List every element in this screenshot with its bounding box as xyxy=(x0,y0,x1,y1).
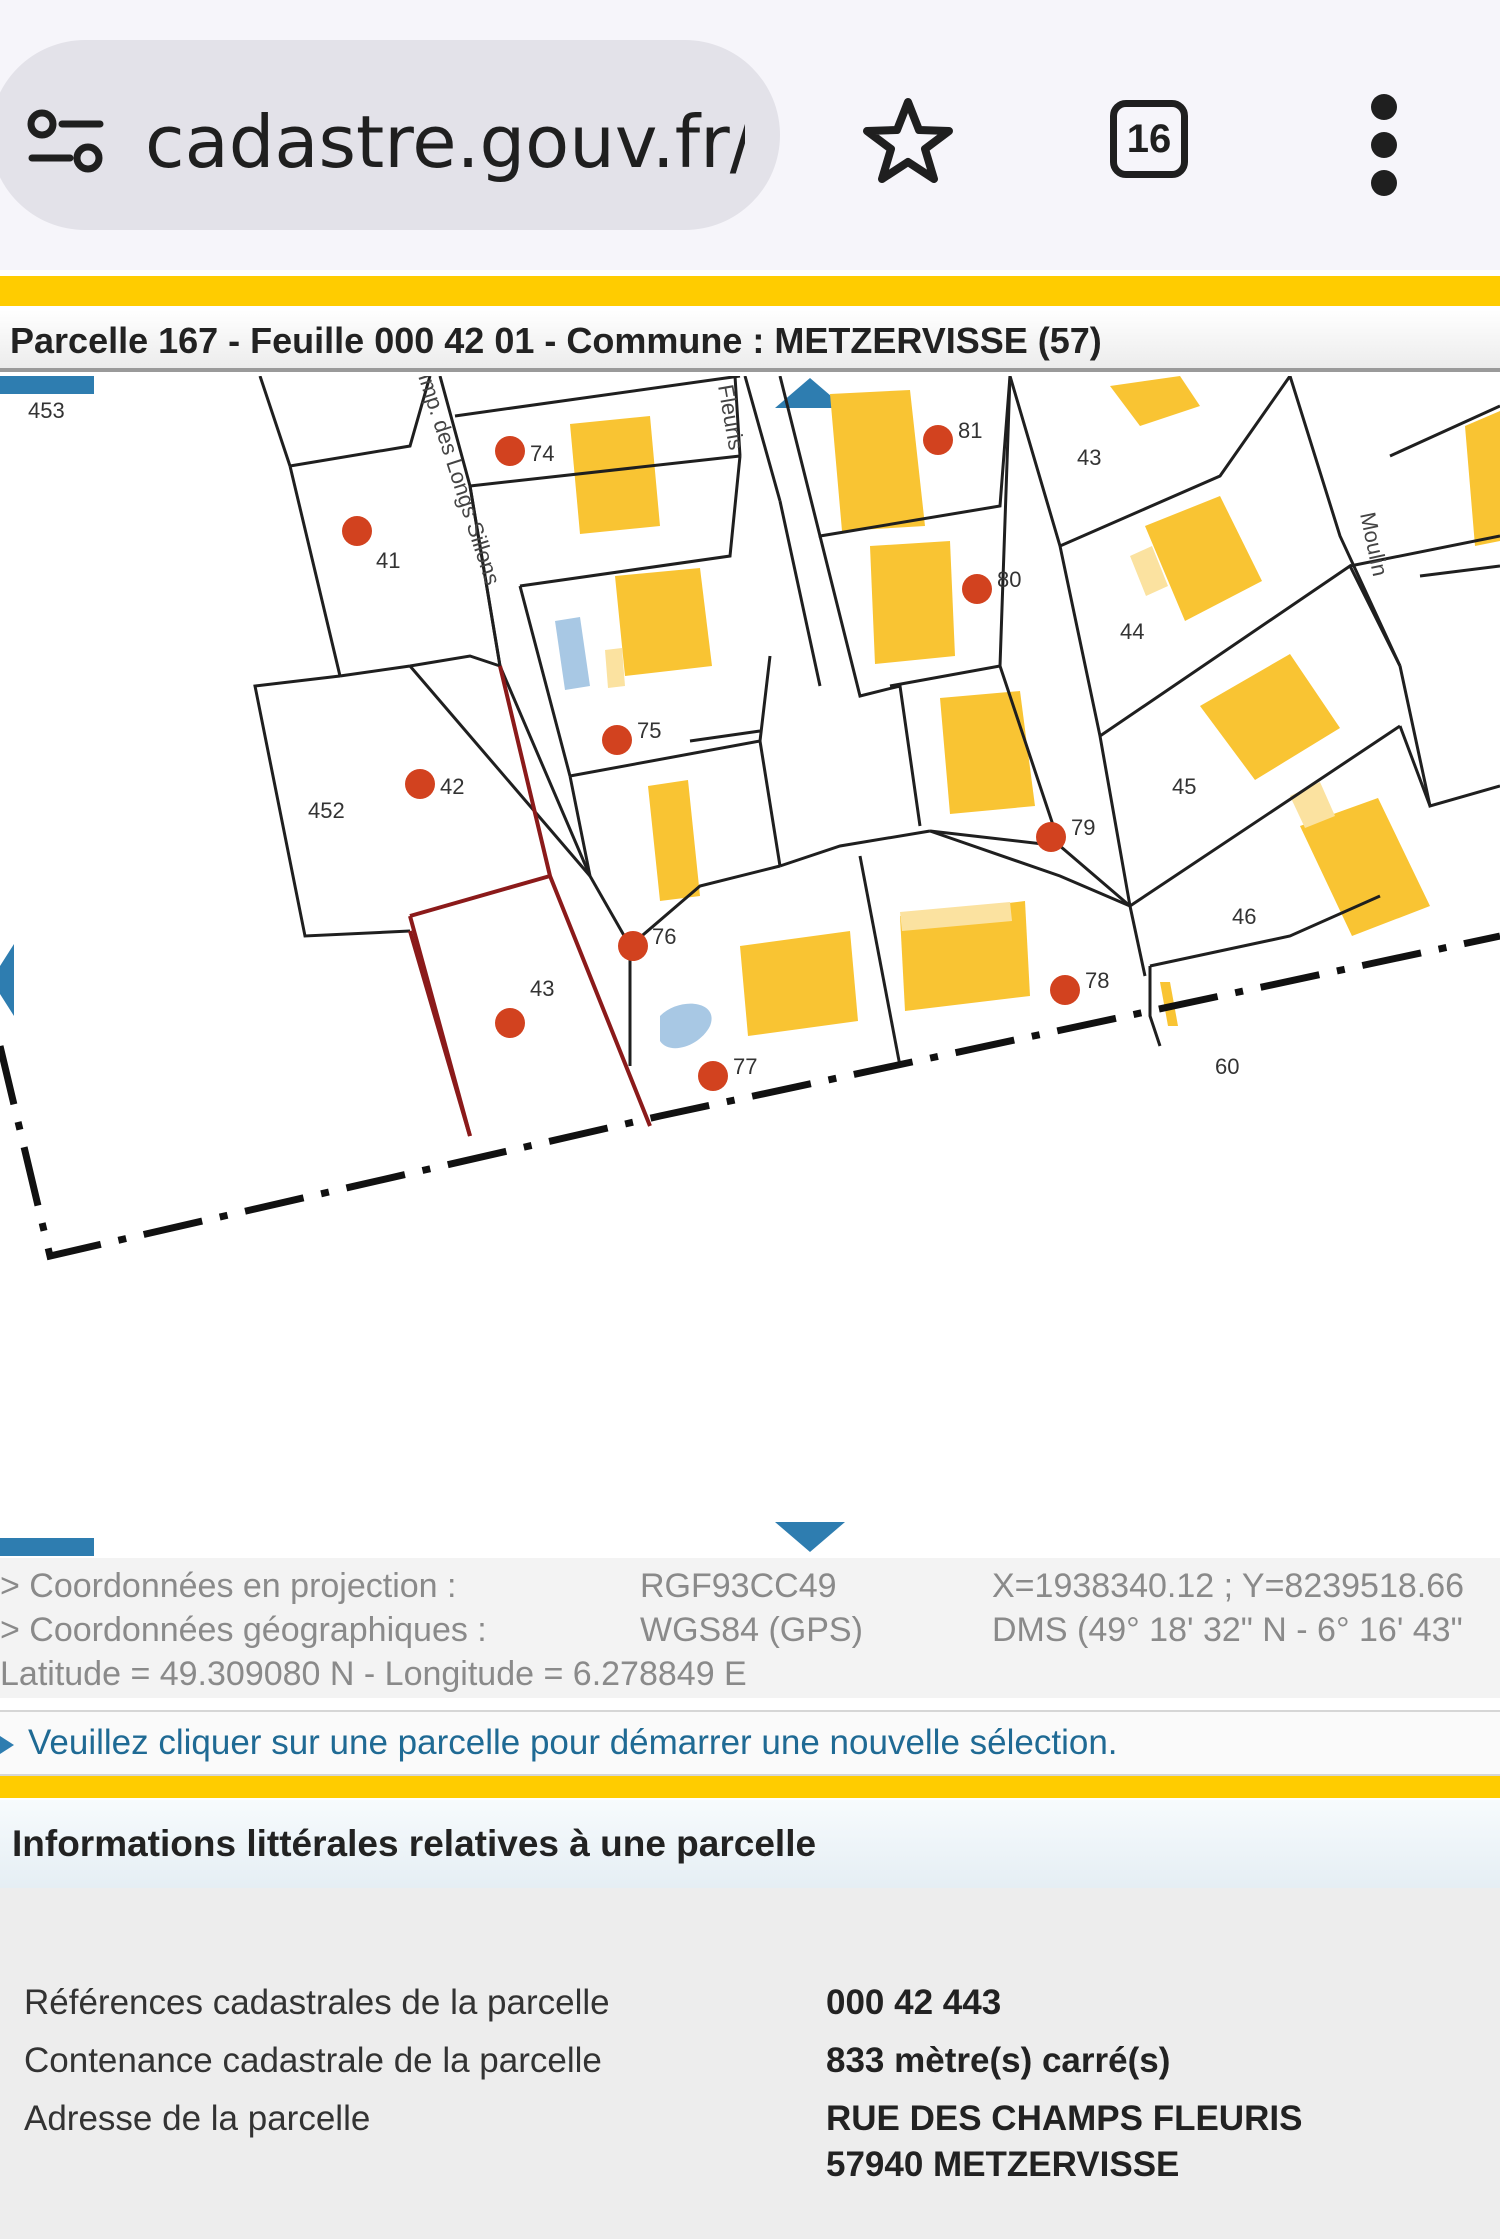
map-marker xyxy=(698,1061,728,1091)
info-value: RUE DES CHAMPS FLEURIS xyxy=(826,2099,1303,2138)
street-label: Imp. des Longs Sillons xyxy=(413,376,505,588)
info-label: Contenance cadastrale de la parcelle xyxy=(24,2041,602,2080)
marker-label: 74 xyxy=(530,441,554,466)
browser-toolbar: cadastre.gouv.fr/s 16 xyxy=(0,0,1500,270)
map-marker xyxy=(923,425,953,455)
map-nav-bar xyxy=(0,376,94,394)
projection-label: > Coordonnées en projection : xyxy=(0,1567,457,1605)
yellow-divider xyxy=(0,1776,1500,1798)
parcel-label: 43 xyxy=(1077,445,1101,470)
selection-notice: Veuillez cliquer sur une parcelle pour d… xyxy=(0,1710,1500,1776)
info-section-title: Informations littérales relatives à une … xyxy=(0,1800,1500,1888)
marker-label: 81 xyxy=(958,418,982,443)
cadastral-map[interactable]: 74 41 42 43 75 76 77 78 79 80 81 453 452… xyxy=(0,376,1500,1556)
info-label: Adresse de la parcelle xyxy=(24,2099,371,2138)
map-marker xyxy=(962,574,992,604)
street-label: Moulin xyxy=(1355,510,1393,579)
info-label: Références cadastrales de la parcelle xyxy=(24,1983,610,2022)
pan-left-arrow-icon[interactable] xyxy=(0,944,14,1016)
map-marker xyxy=(405,769,435,799)
projection-value: X=1938340.12 ; Y=8239518.66 xyxy=(992,1567,1465,1605)
coordinates-panel: > Coordonnées en projection : RGF93CC49 … xyxy=(0,1558,1500,1698)
marker-label: 79 xyxy=(1071,815,1095,840)
info-value: 57940 METZERVISSE xyxy=(826,2145,1180,2184)
geographic-label: > Coordonnées géographiques : xyxy=(0,1611,487,1649)
url-text[interactable]: cadastre.gouv.fr/s xyxy=(145,92,745,192)
notice-text: Veuillez cliquer sur une parcelle pour d… xyxy=(28,1723,1118,1762)
info-value: 000 42 443 xyxy=(826,1983,1002,2022)
street-label: Fleuris xyxy=(713,383,749,452)
parcel-label: 45 xyxy=(1172,774,1196,799)
marker-label: 41 xyxy=(376,548,400,573)
map-marker xyxy=(495,1008,525,1038)
map-marker xyxy=(1036,822,1066,852)
parcel-label: 60 xyxy=(1215,1054,1239,1079)
parcel-title: Parcelle 167 - Feuille 000 42 01 - Commu… xyxy=(0,310,1500,372)
geographic-system: WGS84 (GPS) xyxy=(640,1611,863,1649)
marker-label: 76 xyxy=(652,924,676,949)
info-value: 833 mètre(s) carré(s) xyxy=(826,2041,1171,2080)
parcel-label: 44 xyxy=(1120,619,1144,644)
parcel-label: 46 xyxy=(1232,904,1256,929)
latlon-text: Latitude = 49.309080 N - Longitude = 6.2… xyxy=(0,1655,747,1693)
marker-label: 80 xyxy=(997,567,1021,592)
site-settings-icon[interactable] xyxy=(26,106,106,178)
map-marker xyxy=(602,725,632,755)
parcel-label: 452 xyxy=(308,798,345,823)
marker-label: 43 xyxy=(530,976,554,1001)
map-marker xyxy=(495,436,525,466)
overflow-menu-icon[interactable] xyxy=(1366,94,1402,196)
buildings xyxy=(570,376,1500,1036)
bookmark-star-icon[interactable] xyxy=(858,92,958,192)
notice-arrow-icon xyxy=(0,1735,14,1754)
map-marker xyxy=(618,931,648,961)
map-marker xyxy=(1050,975,1080,1005)
parcel-info-table: Références cadastrales de la parcelle 00… xyxy=(0,1888,1500,2239)
geographic-value: DMS (49° 18' 32" N - 6° 16' 43" xyxy=(992,1611,1463,1649)
map-nav-bar xyxy=(0,1538,94,1556)
marker-label: 75 xyxy=(637,718,661,743)
marker-label: 77 xyxy=(733,1054,757,1079)
parcel-label: 453 xyxy=(28,398,65,423)
map-marker xyxy=(342,516,372,546)
tab-switcher-icon[interactable]: 16 xyxy=(1110,100,1188,178)
yellow-divider xyxy=(0,276,1500,306)
map-canvas[interactable]: 74 41 42 43 75 76 77 78 79 80 81 453 452… xyxy=(0,376,1500,1556)
projection-system: RGF93CC49 xyxy=(640,1567,837,1605)
marker-label: 78 xyxy=(1085,968,1109,993)
pan-down-arrow-icon[interactable] xyxy=(775,1522,845,1552)
marker-label: 42 xyxy=(440,774,464,799)
